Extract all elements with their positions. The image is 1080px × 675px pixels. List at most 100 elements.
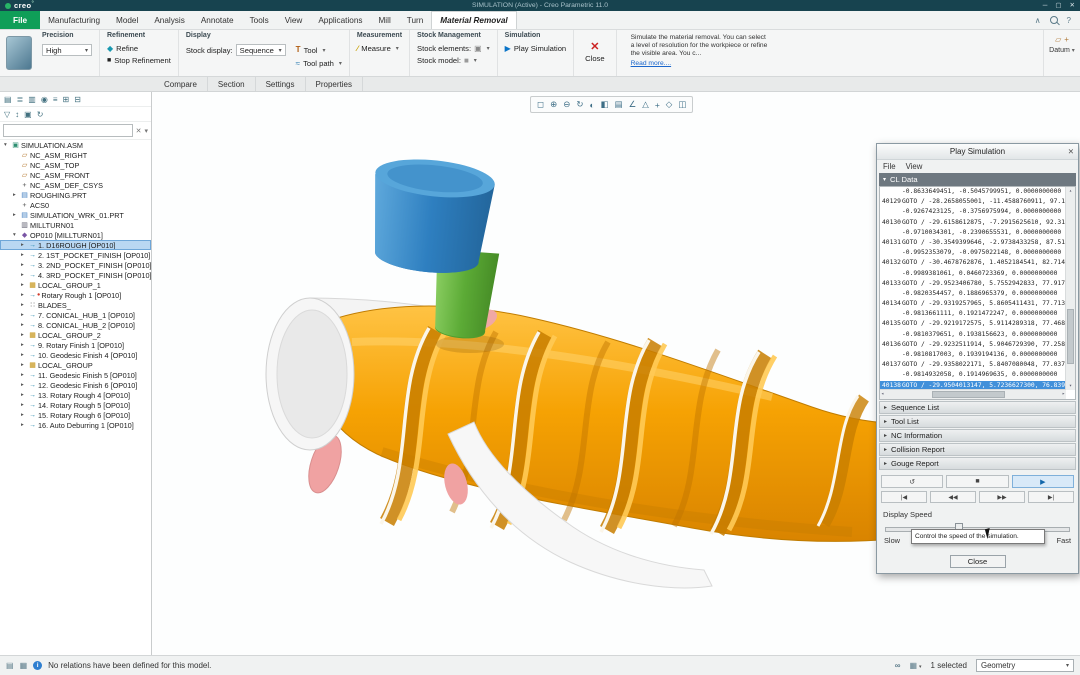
tool-button[interactable]: Tool: [296, 44, 342, 56]
tree-item[interactable]: NC_ASM_RIGHT: [0, 150, 151, 160]
dialog-menu[interactable]: File: [883, 162, 896, 171]
sort-icon[interactable]: ↕: [15, 110, 19, 119]
close-material-removal-button[interactable]: Close: [574, 30, 616, 76]
dialog-titlebar[interactable]: Play Simulation ✕: [877, 144, 1078, 160]
dialog-close-button[interactable]: Close: [950, 555, 1006, 568]
tree-expander[interactable]: ▸: [21, 382, 28, 388]
step-back-button[interactable]: ◀◀: [930, 491, 976, 503]
step-first-button[interactable]: |◀: [881, 491, 927, 503]
replay-button[interactable]: ↺: [881, 475, 943, 488]
collapse-ribbon-icon[interactable]: ∧: [1035, 16, 1041, 25]
tree-expander[interactable]: ▸: [21, 422, 28, 428]
cl-data-row[interactable]: -0.9813661111, 0.1921472247, 0.000000000…: [880, 309, 1066, 319]
tree-item[interactable]: NC_ASM_TOP: [0, 160, 151, 170]
menu-tab[interactable]: View: [277, 11, 311, 29]
cl-data-row[interactable]: 40131 GOTO / -30.3549399646, -2.97384332…: [880, 238, 1066, 248]
play-button[interactable]: ▶: [1012, 475, 1074, 488]
filter-icon[interactable]: ▽: [4, 110, 10, 119]
menu-tab[interactable]: Model: [108, 11, 146, 29]
tree-expander[interactable]: ▸: [21, 282, 28, 288]
tree-expander[interactable]: ▸: [21, 292, 28, 298]
expand-all-icon[interactable]: ⊞: [62, 95, 69, 104]
repaint-icon[interactable]: ↻: [576, 99, 583, 110]
tree-expander[interactable]: ▸: [21, 372, 28, 378]
panel-tab[interactable]: Properties: [306, 77, 363, 91]
dialog-section-header[interactable]: Collision Report: [879, 443, 1076, 456]
dialog-close-icon[interactable]: ✕: [1068, 144, 1074, 159]
collapse-all-icon[interactable]: ⊟: [74, 95, 81, 104]
shading-style-icon[interactable]: ◐: [589, 100, 594, 110]
tree-item[interactable]: ▸ 1. D16ROUGH [OP010]: [0, 240, 151, 250]
tree-expander[interactable]: ▸: [21, 412, 28, 418]
tree-expander[interactable]: ▸: [21, 322, 28, 328]
material-removal-icon[interactable]: [6, 36, 32, 70]
measure-button[interactable]: Measure: [357, 44, 402, 53]
tree-expander[interactable]: ▸: [21, 332, 28, 338]
tree-item[interactable]: ▸ 8. CONICAL_HUB_2 [OP010]: [0, 320, 151, 330]
tree-item[interactable]: ▸ 14. Rotary Rough 5 [OP010]: [0, 400, 151, 410]
menu-tab[interactable]: Manufacturing: [40, 11, 108, 29]
menu-tab[interactable]: Material Removal: [431, 11, 516, 29]
tree-item[interactable]: ▸ 10. Geodesic Finish 4 [OP010]: [0, 350, 151, 360]
cl-data-row[interactable]: 40135 GOTO / -29.9219172575, 5.911428931…: [880, 319, 1066, 329]
tree-item[interactable]: ▸ 4. 3RD_POCKET_FINISH [OP010]: [0, 270, 151, 280]
tree-expander[interactable]: ▸: [21, 272, 28, 278]
close-window-button[interactable]: ✕: [1070, 0, 1075, 11]
tree-item[interactable]: ▸ LOCAL_GROUP: [0, 360, 151, 370]
panel-tab[interactable]: Settings: [256, 77, 306, 91]
datum-dropdown[interactable]: Datum: [1049, 47, 1075, 54]
tree-item[interactable]: NC_ASM_DEF_CSYS: [0, 180, 151, 190]
tree-item[interactable]: ▸ 11. Geodesic Finish 5 [OP010]: [0, 370, 151, 380]
tree-item[interactable]: ▸ BLADES_: [0, 300, 151, 310]
tree-item[interactable]: ▸ 16. Auto Deburring 1 [OP010]: [0, 420, 151, 430]
tree-item[interactable]: ▸ ● Rotary Rough 1 [OP010]: [0, 290, 151, 300]
tree-settings-icon[interactable]: ≡: [53, 95, 58, 104]
cl-data-row[interactable]: -0.9810817003, 0.1939194136, 0.000000000…: [880, 350, 1066, 360]
selection-filter-combo[interactable]: Geometry: [976, 659, 1074, 672]
cl-data-row[interactable]: -0.9952353079, -0.0975022148, 0.00000000…: [880, 248, 1066, 258]
find-icon[interactable]: ∞: [895, 661, 901, 670]
annotation-display-icon[interactable]: △: [642, 99, 649, 110]
zoom-in-icon[interactable]: ⊕: [550, 99, 557, 110]
tree-expander[interactable]: ▸: [21, 262, 28, 268]
clear-search-icon[interactable]: ✕: [136, 127, 142, 135]
tree-expander[interactable]: ▸: [21, 402, 28, 408]
selection-filter-icon[interactable]: ▦: [909, 661, 921, 670]
dialog-menu[interactable]: View: [906, 162, 923, 171]
saved-orientations-icon[interactable]: ▤: [615, 99, 623, 110]
cl-data-row[interactable]: -0.9710034301, -0.2390655531, 0.00000000…: [880, 228, 1066, 238]
tool-path-button[interactable]: Tool path: [296, 59, 342, 68]
menu-tab[interactable]: Tools: [242, 11, 277, 29]
cl-data-row[interactable]: -0.9810379651, 0.1938156623, 0.000000000…: [880, 330, 1066, 340]
dialog-section-header[interactable]: Sequence List: [879, 401, 1076, 414]
datum-axis-icon[interactable]: +: [1064, 35, 1069, 44]
tree-item[interactable]: ▸ 12. Geodesic Finish 6 [OP010]: [0, 380, 151, 390]
cl-data-row[interactable]: -0.9814932058, 0.1914969635, 0.000000000…: [880, 370, 1066, 380]
dialog-section-header[interactable]: Gouge Report: [879, 457, 1076, 470]
cl-data-row[interactable]: 40134 GOTO / -29.9319257965, 5.860541143…: [880, 299, 1066, 309]
tree-expander[interactable]: ▾: [13, 232, 20, 238]
tree-item[interactable]: MILLTURN01: [0, 220, 151, 230]
stop-refinement-button[interactable]: Stop Refinement: [107, 56, 171, 65]
tree-item[interactable]: ▸ LOCAL_GROUP_2: [0, 330, 151, 340]
cl-data-row[interactable]: 40136 GOTO / -29.9232511914, 5.904672939…: [880, 340, 1066, 350]
layer-tree-icon[interactable]: ≣: [17, 95, 24, 104]
perspective-icon[interactable]: ◇: [666, 99, 673, 110]
stock-end-cap-left[interactable]: [266, 298, 354, 450]
tree-item[interactable]: ▸ 3. 2ND_POCKET_FINISH [OP010]: [0, 260, 151, 270]
maximize-button[interactable]: ▢: [1055, 0, 1061, 11]
tree-item[interactable]: ▸ 2. 1ST_POCKET_FINISH [OP010]: [0, 250, 151, 260]
display-style-icon[interactable]: ◧: [601, 99, 609, 110]
horizontal-scrollbar[interactable]: ◂ ▸: [880, 389, 1066, 399]
model-tree-icon[interactable]: ▤: [4, 95, 12, 104]
menu-tab[interactable]: File: [0, 11, 40, 29]
tree-item[interactable]: ▸ ROUGHING.PRT: [0, 190, 151, 200]
tree-expander[interactable]: ▸: [13, 212, 20, 218]
menu-tab[interactable]: Turn: [399, 11, 432, 29]
scroll-right-icon[interactable]: ▸: [1062, 391, 1065, 397]
tool-holder[interactable]: [366, 154, 497, 278]
menu-tab[interactable]: Applications: [310, 11, 370, 29]
scrollbar-thumb[interactable]: [1067, 309, 1074, 364]
cl-data-row[interactable]: 40133 GOTO / -29.9523406780, 5.755294283…: [880, 279, 1066, 289]
notification-icon[interactable]: ▦: [20, 661, 28, 670]
